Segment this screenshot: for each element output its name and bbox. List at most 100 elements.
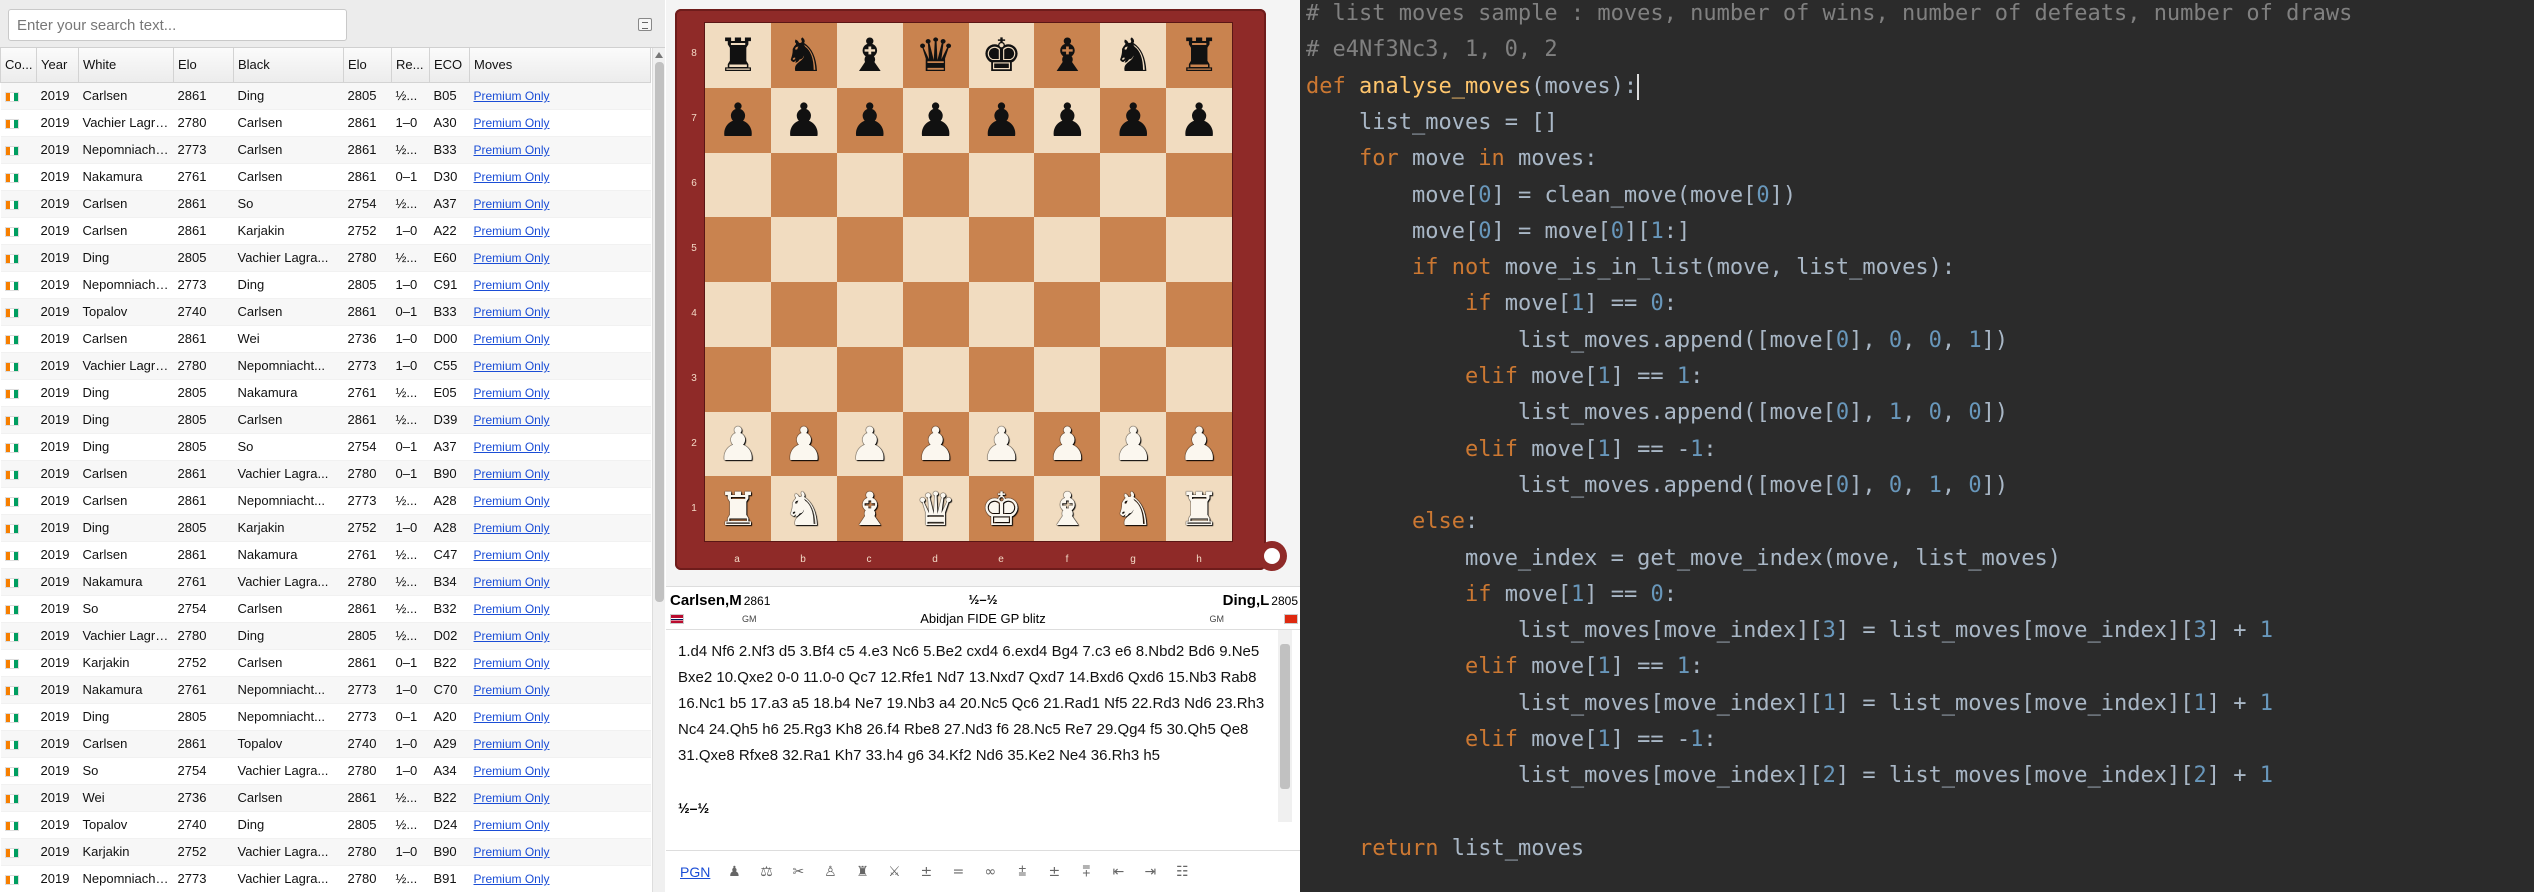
square-b7[interactable]: ♟ [770,87,837,153]
square-h4[interactable] [1166,282,1232,347]
black-bishop-icon[interactable]: ♝ [1047,32,1088,78]
white-pawn-icon[interactable]: ♟ [1178,421,1219,467]
premium-only-link[interactable]: Premium Only [474,278,550,292]
scroll-up-arrow-icon[interactable] [655,52,663,58]
code-line[interactable]: list_moves[move_index][1] = list_moves[m… [1306,686,2273,722]
code-line[interactable]: list_moves.append([move[0], 0, 1, 0]) [1306,468,2008,504]
square-d7[interactable]: ♟ [902,87,969,153]
table-row[interactable]: 2019 Nakamura 2761 Vachier Lagra... 2780 ½...… [0,568,651,596]
black-queen-icon[interactable]: ♛ [915,32,956,78]
square-c2[interactable]: ♟ [836,411,903,477]
square-d1[interactable]: ♛ [902,476,969,541]
black-pawn-icon[interactable]: ♟ [717,97,758,143]
square-b8[interactable]: ♞ [770,23,837,88]
square-h2[interactable]: ♟ [1166,411,1232,477]
board-icon[interactable]: ♜ [850,864,874,880]
square-c7[interactable]: ♟ [836,87,903,153]
square-a6[interactable] [705,152,771,218]
premium-only-link[interactable]: Premium Only [474,791,550,805]
premium-only-link[interactable]: Premium Only [474,764,550,778]
premium-only-link[interactable]: Premium Only [474,629,550,643]
black-rook-icon[interactable]: ♜ [1178,32,1219,78]
code-line[interactable]: if not move_is_in_list(move, list_moves)… [1306,250,1955,286]
search-input[interactable] [8,9,347,41]
moves-scrollbar-thumb[interactable] [1280,644,1290,789]
code-line[interactable]: def analyse_moves(moves): [1306,69,1640,105]
table-row[interactable]: 2019 Vachier Lagra... 2780 Nepomniacht... 27… [0,352,651,380]
code-line[interactable]: for move in moves: [1306,141,1597,177]
white-pawn-icon[interactable]: ♟ [981,421,1022,467]
square-h7[interactable]: ♟ [1166,87,1232,153]
table-row[interactable]: 2019 Nepomniacht... 2773 Ding 2805 1–0 C91 Prem… [0,271,651,299]
white-king-icon[interactable]: ♚ [981,486,1022,532]
compensation-right-icon[interactable]: ⇥ [1138,864,1162,880]
square-g2[interactable]: ♟ [1100,411,1167,477]
square-g5[interactable] [1100,217,1167,282]
table-row[interactable]: 2019 Ding 2805 Nepomniacht... 2773 0–1 A20 Prem… [0,703,651,731]
plus-minus-icon[interactable]: ± [1042,864,1066,880]
table-row[interactable]: 2019 Nepomniacht... 2773 Vachier Lagra... 27… [0,865,651,892]
premium-only-link[interactable]: Premium Only [474,251,550,265]
table-row[interactable]: 2019 Vachier Lagra... 2780 Ding 2805 ½... D02 P… [0,622,651,650]
premium-only-link[interactable]: Premium Only [474,683,550,697]
column-header[interactable]: Moves [469,48,651,83]
table-row[interactable]: 2019 Vachier Lagra... 2780 Carlsen 2861 1–0 A3… [0,109,651,137]
code-line[interactable]: move[0] = clean_move(move[0]) [1306,178,1796,214]
code-line[interactable]: return list_moves [1306,831,1584,867]
premium-only-link[interactable]: Premium Only [474,710,550,724]
square-a8[interactable]: ♜ [705,23,771,88]
black-player[interactable]: Ding,L 2805 [1223,592,1298,609]
square-e5[interactable] [968,217,1035,282]
square-f1[interactable]: ♝ [1034,476,1101,541]
slight-white-advantage-icon[interactable]: ⩲ [1010,864,1034,880]
square-f6[interactable] [1034,152,1101,218]
square-b2[interactable]: ♟ [770,411,837,477]
table-row[interactable]: 2019 Karjakin 2752 Vachier Lagra... 2780 1–0 B… [0,838,651,866]
square-e3[interactable] [968,346,1035,412]
black-pawn-icon[interactable]: ♟ [849,97,890,143]
square-f8[interactable]: ♝ [1034,23,1101,88]
premium-only-link[interactable]: Premium Only [474,197,550,211]
code-line[interactable]: elif move[1] == -1: [1306,722,1717,758]
filter-icon[interactable] [638,18,652,31]
white-queen-icon[interactable]: ♛ [915,486,956,532]
moves-scrollbar[interactable] [1278,630,1292,822]
premium-only-link[interactable]: Premium Only [474,413,550,427]
square-a2[interactable]: ♟ [705,411,771,477]
white-knight-icon[interactable]: ♞ [1113,486,1154,532]
black-pawn-icon[interactable]: ♟ [915,97,956,143]
black-king-icon[interactable]: ♚ [981,32,1022,78]
column-header[interactable]: Year [36,48,79,83]
table-row[interactable]: 2019 Karjakin 2752 Carlsen 2861 0–1 B22 Premium… [0,649,651,677]
code-line[interactable]: elif move[1] == 1: [1306,359,1703,395]
square-d3[interactable] [902,346,969,412]
table-row[interactable]: 2019 So 2754 Carlsen 2861 ½... B32 Premium Only [0,595,651,623]
column-header[interactable]: Re... [391,48,430,83]
table-row[interactable]: 2019 Topalov 2740 Carlsen 2861 0–1 B33 Premium … [0,298,651,326]
square-b1[interactable]: ♞ [770,476,837,541]
table-row[interactable]: 2019 So 2754 Vachier Lagra... 2780 1–0 A34 Prem… [0,757,651,785]
unclear-icon[interactable]: ∞ [978,864,1002,880]
table-row[interactable]: 2019 Carlsen 2861 Karjakin 2752 1–0 A22 Premium… [0,217,651,245]
code-line[interactable]: move[0] = move[0][1:] [1306,214,1690,250]
code-line[interactable]: elif move[1] == 1: [1306,649,1703,685]
square-d5[interactable] [902,217,969,282]
code-line[interactable]: list_moves.append([move[0], 0, 0, 1]) [1306,323,2008,359]
table-row[interactable]: 2019 Carlsen 2861 Nepomniacht... 2773 ½... A28… [0,487,651,515]
square-c1[interactable]: ♝ [836,476,903,541]
black-pawn-icon[interactable]: ♟ [783,97,824,143]
square-f4[interactable] [1034,282,1101,347]
table-row[interactable]: 2019 Carlsen 2861 Wei 2736 1–0 D00 Premium Only [0,325,651,353]
premium-only-link[interactable]: Premium Only [474,818,550,832]
table-scrollbar[interactable] [652,48,665,892]
premium-only-link[interactable]: Premium Only [474,575,550,589]
square-f5[interactable] [1034,217,1101,282]
chessboard[interactable]: ♜ ♞ ♝ ♛ ♚ ♝ ♞ ♜ ♟ ♟ ♟ ♟ ♟ ♟ ♟ ♟ ♟ ♟ ♟ ♟ ♟ ♟ ♟ ♟ ♜ ♞ ♝ ♛ ♚ ♝ ♞ ♜ [704,22,1233,542]
square-a1[interactable]: ♜ [705,476,771,541]
premium-only-link[interactable]: Premium Only [474,602,550,616]
premium-only-link[interactable]: Premium Only [474,170,550,184]
square-h1[interactable]: ♜ [1166,476,1232,541]
table-row[interactable]: 2019 Topalov 2740 Ding 2805 ½... D24 Premium On… [0,811,651,839]
table-row[interactable]: 2019 Nepomniacht... 2773 Carlsen 2861 ½... B33… [0,136,651,164]
white-bishop-icon[interactable]: ♝ [1047,486,1088,532]
